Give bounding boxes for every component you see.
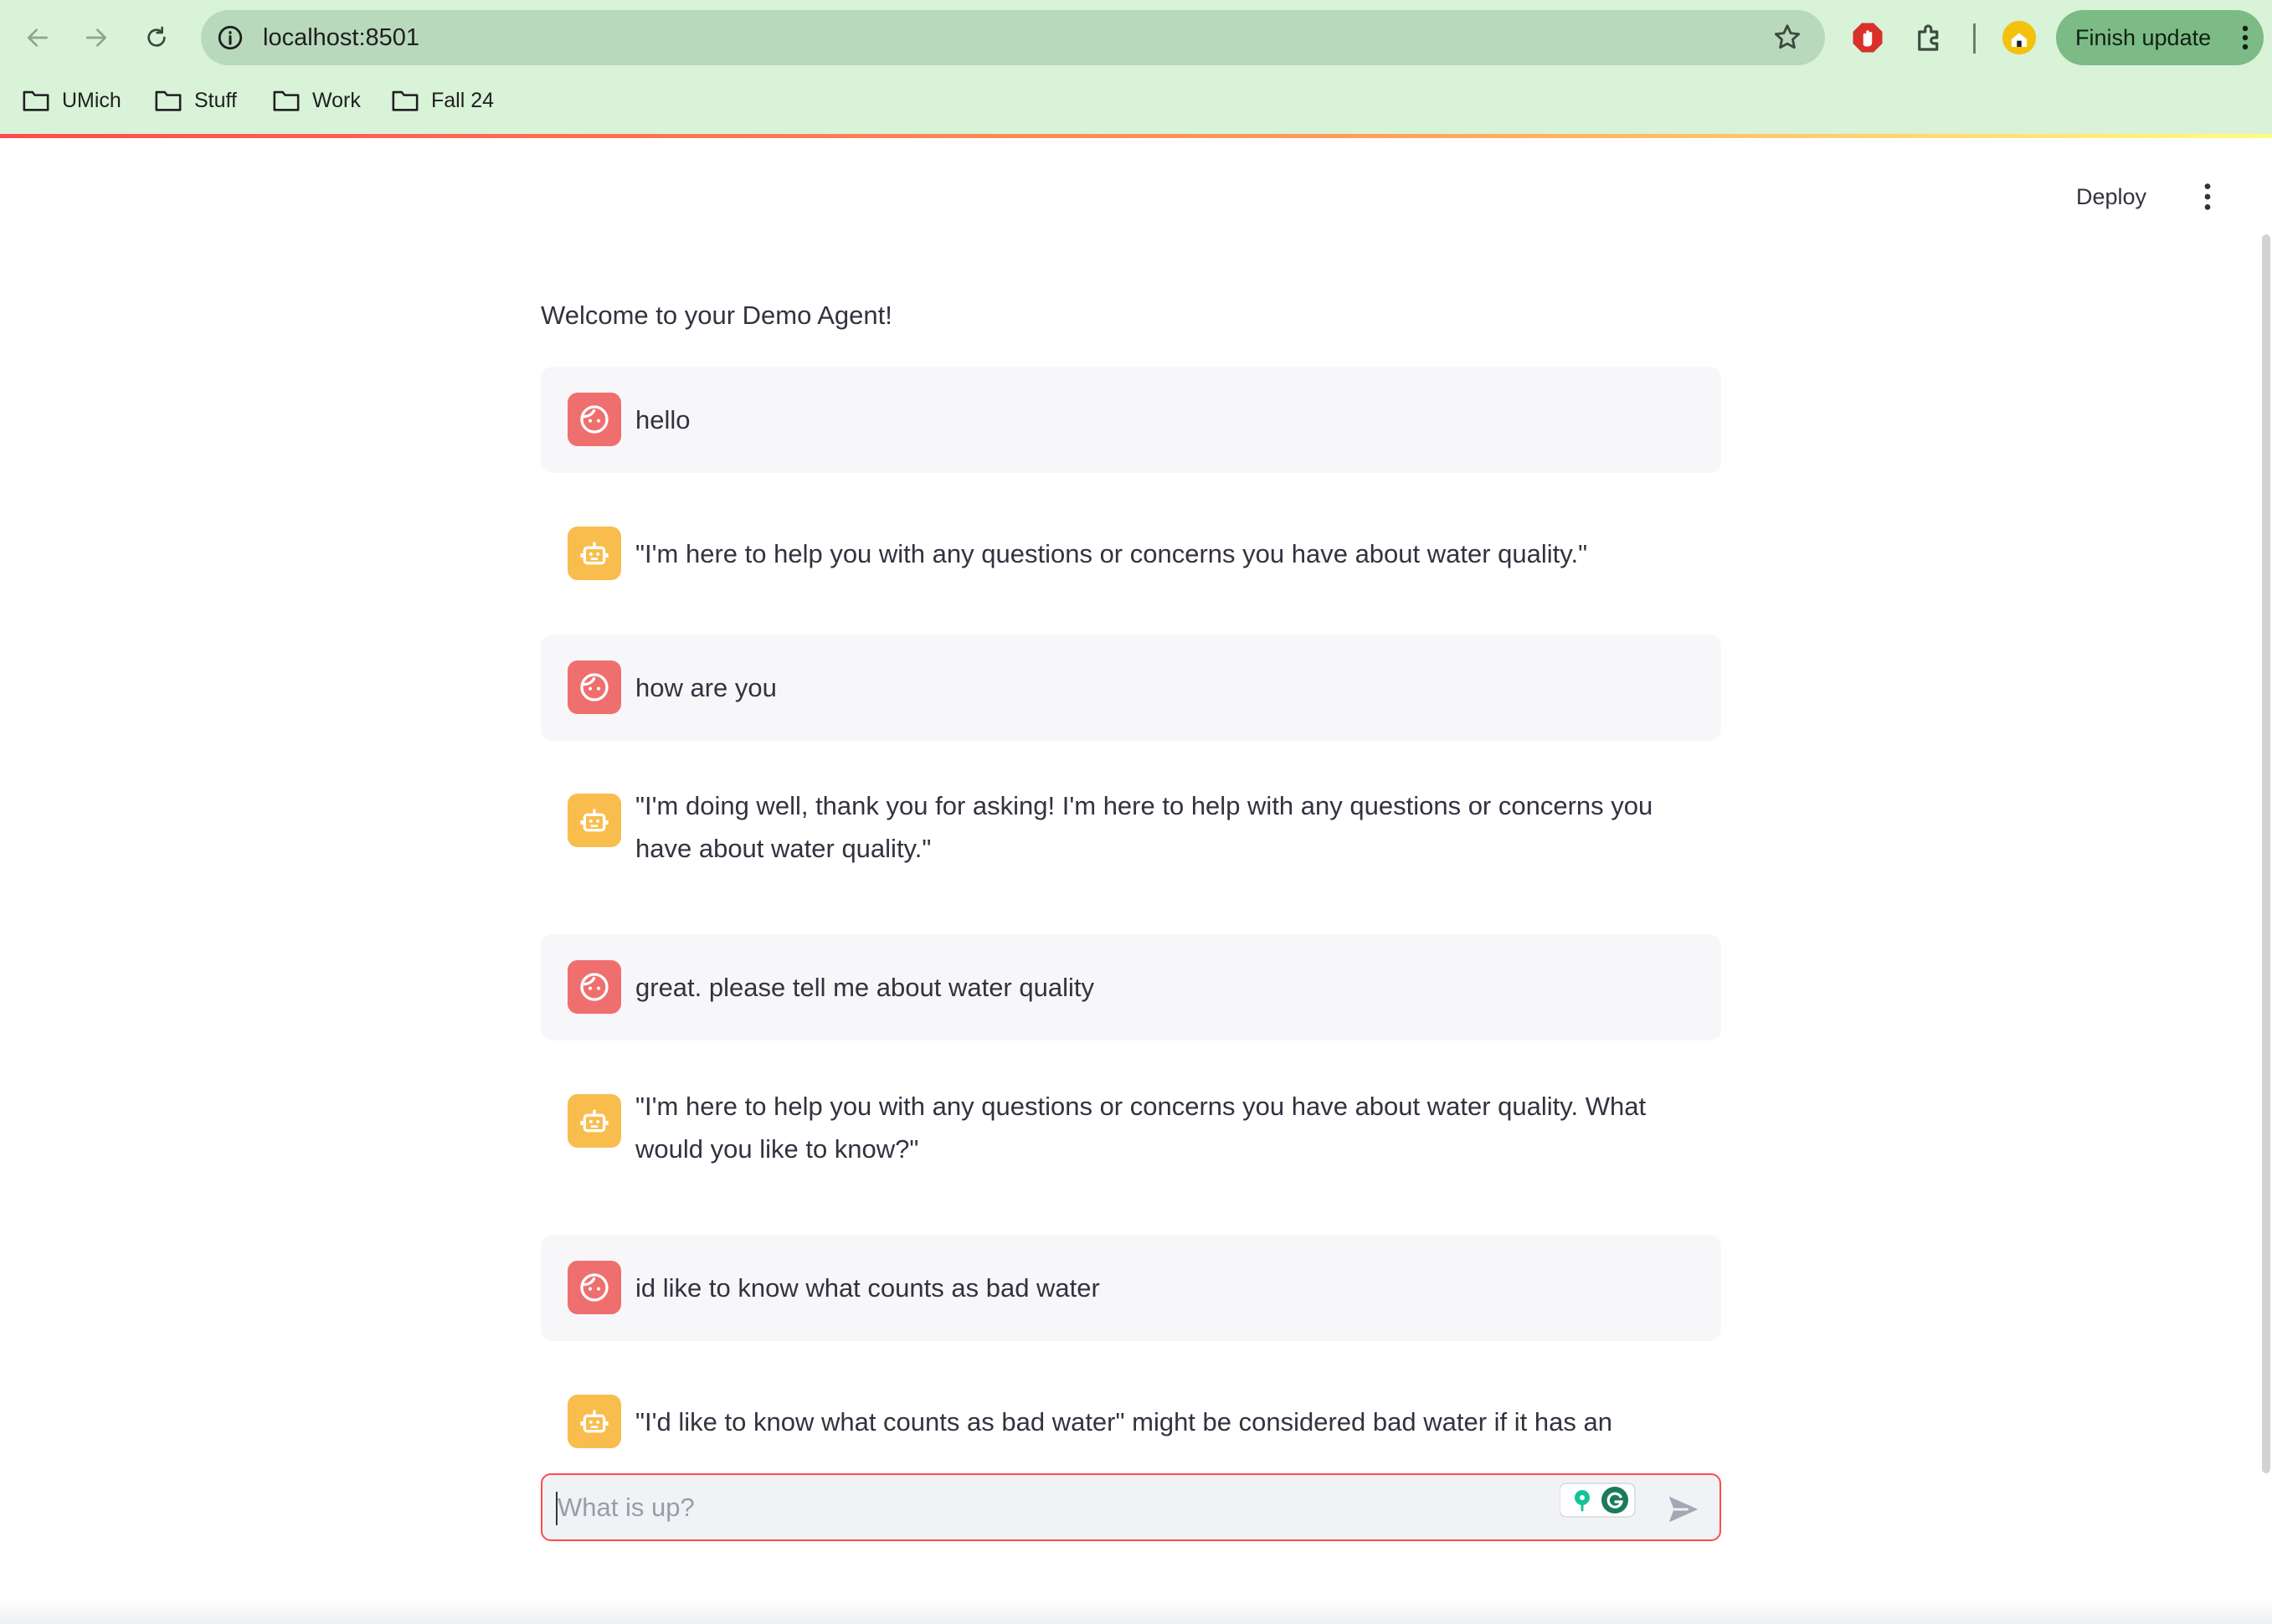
- user-avatar: [568, 1261, 621, 1314]
- back-arrow-icon: [28, 28, 48, 47]
- robot-icon: [580, 1109, 609, 1133]
- bookmark-folder-umich[interactable]: UMich: [22, 79, 121, 122]
- message-text: how are you: [635, 673, 777, 702]
- face-icon: [580, 673, 609, 702]
- message-text: id like to know what counts as bad water: [635, 1273, 1100, 1303]
- bookmark-folder-fall-24[interactable]: Fall 24: [391, 79, 494, 122]
- grammarly-icon[interactable]: [1560, 1480, 1640, 1520]
- message-text: "I'm here to help you with any questions…: [635, 539, 1588, 568]
- reload-icon: [147, 26, 166, 47]
- forward-button[interactable]: [75, 17, 117, 59]
- user-avatar: [568, 393, 621, 446]
- user-avatar: [568, 660, 621, 714]
- more-vert-icon: [2242, 25, 2249, 50]
- robot-icon: [580, 542, 609, 565]
- welcome-text: Welcome to your Demo Agent!: [541, 301, 892, 330]
- face-icon: [580, 973, 609, 1001]
- message-text: great. please tell me about water qualit…: [635, 973, 1094, 1002]
- bottom-fade: [0, 1599, 2272, 1624]
- message-text: "I'm here to help you with any questions…: [635, 1092, 1647, 1164]
- assistant-avatar: [568, 794, 621, 847]
- chat-message-assistant: "I'd like to know what counts as bad wat…: [541, 1369, 1721, 1452]
- forward-arrow-icon: [86, 28, 106, 47]
- browser-chrome: localhost:8501 Finish update UMich Stuff…: [0, 0, 2272, 136]
- folder-icon: [23, 90, 49, 111]
- adblock-extension-icon[interactable]: [1850, 20, 1885, 55]
- chat-message-user: id like to know what counts as bad water: [541, 1235, 1721, 1341]
- assistant-avatar: [568, 1094, 621, 1148]
- assistant-avatar: [568, 1395, 621, 1448]
- chat-message-assistant: "I'm doing well, thank you for asking! I…: [541, 768, 1721, 902]
- bookmark-folder-stuff[interactable]: Stuff: [154, 79, 237, 122]
- chat-input[interactable]: [558, 1475, 1495, 1539]
- scrollbar[interactable]: [2262, 234, 2270, 1473]
- bookmark-label: Stuff: [194, 88, 237, 112]
- bookmark-star-icon[interactable]: [1771, 22, 1803, 54]
- deploy-button[interactable]: Deploy: [2076, 180, 2146, 213]
- app-main: Deploy Welcome to your Demo Agent! hello…: [0, 138, 2272, 1624]
- chat-message-user: hello: [541, 367, 1721, 473]
- message-text: "I'd like to know what counts as bad wat…: [635, 1407, 1612, 1436]
- bookmark-label: UMich: [62, 88, 121, 112]
- bookmarks-bar: UMich Stuff Work Fall 24: [0, 79, 2272, 122]
- bookmark-label: Work: [312, 88, 361, 112]
- send-icon[interactable]: [1664, 1490, 1703, 1529]
- message-text: hello: [635, 405, 691, 434]
- address-bar[interactable]: localhost:8501: [201, 10, 1825, 65]
- face-icon: [580, 1273, 609, 1302]
- user-avatar: [568, 960, 621, 1014]
- assistant-avatar: [568, 527, 621, 580]
- folder-icon: [392, 90, 419, 111]
- chat-input-container: [541, 1473, 1721, 1541]
- finish-update-label: Finish update: [2075, 24, 2212, 50]
- bookmark-label: Fall 24: [431, 88, 495, 112]
- reload-button[interactable]: [136, 17, 177, 59]
- message-text: "I'm doing well, thank you for asking! I…: [635, 791, 1653, 863]
- folder-icon: [273, 90, 300, 111]
- face-icon: [580, 405, 609, 434]
- chat-message-assistant: "I'm here to help you with any questions…: [541, 501, 1721, 607]
- url-text[interactable]: localhost:8501: [263, 10, 419, 65]
- robot-icon: [580, 809, 609, 832]
- profile-avatar-icon[interactable]: [2001, 19, 2038, 56]
- robot-icon: [580, 1410, 609, 1433]
- folder-icon: [155, 90, 182, 111]
- extensions-puzzle-icon[interactable]: [1912, 20, 1947, 55]
- main-menu-icon[interactable]: [2200, 182, 2215, 212]
- chat-message-assistant: "I'm here to help you with any questions…: [541, 1068, 1721, 1202]
- bookmark-folder-work[interactable]: Work: [272, 79, 361, 122]
- site-info-icon[interactable]: [216, 23, 244, 52]
- chat-message-user: how are you: [541, 635, 1721, 741]
- finish-update-button[interactable]: Finish update: [2056, 10, 2264, 65]
- chat-message-user: great. please tell me about water qualit…: [541, 934, 1721, 1041]
- back-button[interactable]: [17, 17, 59, 59]
- toolbar-divider: [1973, 23, 1976, 54]
